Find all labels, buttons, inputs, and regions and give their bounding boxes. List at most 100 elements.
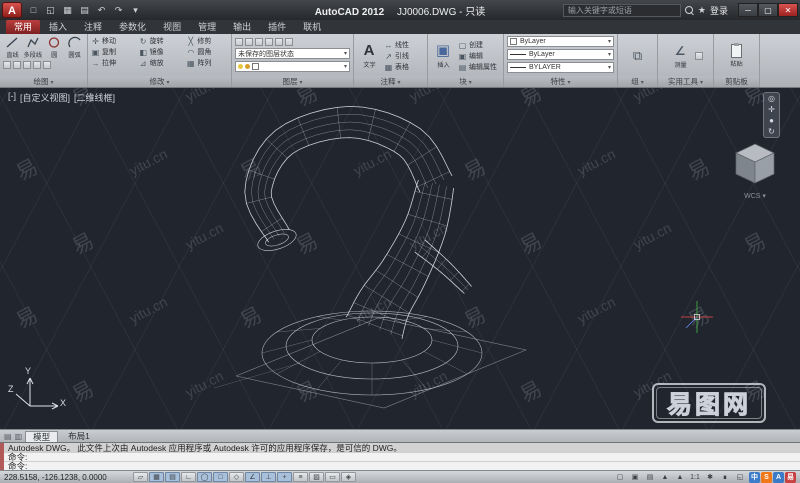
mirror-tool[interactable]: ◧镜像 (139, 47, 181, 57)
fillet-tool[interactable]: ◠圆角 (186, 47, 228, 57)
quick-select-icon[interactable] (695, 52, 703, 60)
polar-tracking-toggle[interactable]: ◯ (197, 472, 212, 482)
ime-mode-icon[interactable]: A (773, 472, 784, 483)
view-control[interactable]: [自定义视图] (20, 91, 70, 104)
close-button[interactable]: ✕ (778, 3, 798, 17)
pan-icon[interactable]: ✛ (768, 105, 775, 114)
annotation-autoscale-icon[interactable]: ▲ (673, 472, 687, 482)
layer-state-dropdown[interactable]: 未保存的图层状态▾ (235, 48, 350, 59)
undo-button[interactable]: ↶ (94, 3, 109, 17)
lineweight-toggle[interactable]: ≡ (293, 472, 308, 482)
edit-attributes-tool[interactable]: ▤编辑属性 (458, 62, 497, 72)
panel-title-clipboard[interactable]: 剪贴板 (714, 76, 759, 87)
panel-title-draw[interactable]: 绘图▾ (0, 76, 87, 87)
group-icon[interactable]: ⧉ (633, 48, 642, 64)
layer-isolate-icon[interactable] (255, 38, 263, 46)
command-prompt[interactable]: 命令: (4, 461, 800, 470)
edit-block-tool[interactable]: ▣编辑 (458, 51, 497, 61)
spline-tool-icon[interactable] (33, 61, 41, 69)
create-block-tool[interactable]: ▢创建 (458, 40, 497, 50)
layer-match-icon[interactable] (285, 38, 293, 46)
tab-insert[interactable]: 插入 (41, 19, 75, 34)
viewcube[interactable]: WCS ▾ (732, 140, 778, 200)
redo-button[interactable]: ↷ (111, 3, 126, 17)
lineweight-dropdown[interactable]: ByLayer▾ (507, 49, 614, 60)
panel-title-utilities[interactable]: 实用工具▾ (658, 76, 713, 87)
layout-nav-icon-2[interactable]: ▥ (15, 432, 23, 441)
infer-constraints-toggle[interactable]: ▱ (133, 472, 148, 482)
arc-tool[interactable]: 圆弧 (65, 36, 84, 59)
annotation-visibility-icon[interactable]: ▲ (658, 472, 672, 482)
steering-wheel-icon[interactable]: ◎ (768, 94, 775, 103)
favorites-star-icon[interactable]: ★ (698, 5, 706, 16)
copy-tool[interactable]: ▣复制 (91, 47, 133, 57)
layout-nav-icon[interactable]: ▤ (4, 432, 12, 441)
insert-block-tool[interactable]: ▣ 插入 (431, 36, 455, 76)
stretch-tool[interactable]: →拉伸 (91, 58, 133, 68)
layer-dropdown[interactable]: ▾ (235, 61, 350, 72)
transparency-toggle[interactable]: ▨ (309, 472, 324, 482)
panel-title-block[interactable]: 块▾ (428, 76, 503, 87)
array-tool[interactable]: ▦阵列 (186, 58, 228, 68)
panel-title-annotate[interactable]: 注释▾ (354, 76, 427, 87)
minimize-button[interactable]: ─ (738, 3, 758, 17)
panel-title-layers[interactable]: 图层▾ (232, 76, 353, 87)
scale-tool[interactable]: ⊿缩放 (139, 58, 181, 68)
line-tool[interactable]: 直线 (3, 36, 22, 59)
tab-view[interactable]: 视图 (155, 19, 189, 34)
rotate-tool[interactable]: ↻旋转 (139, 36, 181, 46)
viewport-menu-control[interactable]: [-] (8, 91, 16, 104)
layout1-tab[interactable]: 布局1 (61, 431, 97, 442)
3d-object-snap-toggle[interactable]: ◇ (229, 472, 244, 482)
application-menu-button[interactable]: A (2, 2, 22, 18)
trim-tool[interactable]: ╳修剪 (186, 36, 228, 46)
search-icon[interactable] (685, 6, 694, 15)
ellipse-tool-icon[interactable] (13, 61, 21, 69)
layer-freeze-icon[interactable] (265, 38, 273, 46)
model-space-icon[interactable]: ▢ (613, 472, 627, 482)
measure-tool[interactable]: ∠ 测量 (668, 43, 692, 69)
ime-tool-icon[interactable]: 易 (785, 472, 796, 483)
grid-display-toggle[interactable]: ▤ (165, 472, 180, 482)
panel-title-modify[interactable]: 修改▾ (88, 76, 231, 87)
tab-manage[interactable]: 管理 (190, 19, 224, 34)
text-tool[interactable]: A 文字 (357, 36, 381, 76)
annotation-scale-icon[interactable]: 1:1 (688, 472, 702, 482)
zoom-icon[interactable]: ● (769, 116, 774, 125)
object-color-dropdown[interactable]: ByLayer▾ (507, 36, 614, 47)
orbit-icon[interactable]: ↻ (768, 127, 775, 136)
paste-tool[interactable]: 粘贴 (725, 44, 749, 68)
open-file-button[interactable]: ◱ (43, 3, 58, 17)
circle-tool[interactable]: 圆 (45, 36, 64, 59)
layer-lock-icon[interactable] (275, 38, 283, 46)
ortho-mode-toggle[interactable]: ∟ (181, 472, 196, 482)
rectangle-tool-icon[interactable] (3, 61, 11, 69)
sign-in-button[interactable]: 登录 (710, 4, 728, 17)
snap-mode-toggle[interactable]: ▦ (149, 472, 164, 482)
leader-tool[interactable]: ↗引线 (384, 51, 409, 61)
move-tool[interactable]: ✛移动 (91, 36, 133, 46)
new-file-button[interactable]: □ (26, 3, 41, 17)
plot-button[interactable]: ▤ (77, 3, 92, 17)
point-tool-icon[interactable] (43, 61, 51, 69)
save-file-button[interactable]: ▦ (60, 3, 75, 17)
tab-online[interactable]: 联机 (295, 19, 329, 34)
infocenter-search-input[interactable] (563, 4, 681, 17)
dynamic-ucs-toggle[interactable]: ⊥ (261, 472, 276, 482)
maximize-button[interactable]: ▢ (758, 3, 778, 17)
quick-view-drawings-icon[interactable]: ▤ (643, 472, 657, 482)
dynamic-input-toggle[interactable]: + (277, 472, 292, 482)
clean-screen-icon[interactable]: ◱ (733, 472, 747, 482)
layer-off-icon[interactable] (245, 38, 253, 46)
tab-parametric[interactable]: 参数化 (111, 19, 154, 34)
coordinates-readout[interactable]: 228.5158, -126.1238, 0.0000 (4, 473, 132, 482)
ime-lang-icon[interactable]: 中 (749, 472, 760, 483)
table-tool[interactable]: ▦表格 (384, 62, 409, 72)
object-snap-tracking-toggle[interactable]: ∠ (245, 472, 260, 482)
linear-dimension-tool[interactable]: ↔线性 (384, 40, 409, 50)
selection-cycling-toggle[interactable]: ◈ (341, 472, 356, 482)
tab-plugins[interactable]: 插件 (260, 19, 294, 34)
model-tab[interactable]: 模型 (25, 431, 58, 442)
layer-properties-icon[interactable] (235, 38, 243, 46)
quick-properties-toggle[interactable]: ▭ (325, 472, 340, 482)
